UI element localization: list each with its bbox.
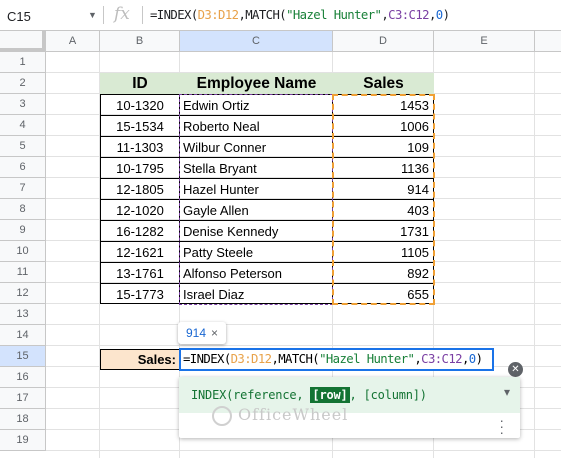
formula-string: "Hazel Hunter"	[319, 352, 415, 366]
row-header[interactable]: 19	[0, 430, 46, 451]
watermark: OfficeWheel	[212, 405, 348, 426]
formula-number: 0	[468, 352, 476, 366]
table-cell-id[interactable]: 15-1773	[101, 284, 180, 305]
watermark-text: OfficeWheel	[238, 405, 349, 424]
table-cell-id[interactable]: 13-1761	[101, 263, 180, 284]
logo-icon	[212, 405, 232, 426]
range-highlight-c3-c12	[179, 94, 333, 305]
row-header[interactable]: 3	[0, 94, 46, 115]
close-icon[interactable]: ×	[211, 326, 218, 340]
more-options-icon[interactable]: · · ·	[499, 413, 504, 439]
column-header-b[interactable]: B	[100, 31, 180, 52]
select-all-corner[interactable]	[0, 31, 46, 52]
formula-part: =INDEX(	[183, 352, 231, 366]
formula-part: ,MATCH(	[271, 352, 320, 366]
row-header[interactable]: 4	[0, 115, 46, 136]
formula-bar: C15 ▼ fx =INDEX(D3:D12,MATCH("Hazel Hunt…	[0, 0, 561, 31]
row-header[interactable]: 14	[0, 325, 46, 346]
formula-part: )	[442, 8, 450, 22]
range-highlight-d3-d12	[332, 94, 435, 305]
row-header[interactable]: 6	[0, 157, 46, 178]
row-header[interactable]: 7	[0, 178, 46, 199]
divider	[142, 6, 143, 24]
name-box[interactable]: C15	[0, 0, 101, 30]
formula-ref-d: D3:D12	[230, 352, 272, 366]
formula-string: "Hazel Hunter"	[286, 8, 382, 22]
column-header-e[interactable]: E	[434, 31, 535, 52]
table-header-name[interactable]: Employee Name	[180, 73, 333, 94]
table-cell-id[interactable]: 10-1795	[101, 158, 180, 179]
formula-part: ,	[461, 352, 469, 366]
row-header[interactable]: 18	[0, 409, 46, 430]
formula-ref-c: C3:C12	[421, 352, 462, 366]
row-header[interactable]: 17	[0, 388, 46, 409]
row-header[interactable]: 13	[0, 304, 46, 325]
chevron-down-icon[interactable]: ▾	[504, 385, 510, 399]
table-cell-id[interactable]: 16-1282	[101, 221, 180, 242]
row-header[interactable]: 8	[0, 199, 46, 220]
row-header[interactable]: 5	[0, 136, 46, 157]
row-header[interactable]: 11	[0, 262, 46, 283]
table-header-sales[interactable]: Sales	[333, 73, 434, 94]
signature-text: , [column])	[349, 388, 427, 402]
divider	[103, 6, 104, 24]
formula-part: ,MATCH(	[238, 8, 287, 22]
signature-active-arg: [row]	[310, 387, 350, 403]
table-header-id[interactable]: ID	[100, 73, 180, 94]
formula-number: 0	[435, 8, 443, 22]
table-cell-id[interactable]: 15-1534	[101, 116, 180, 137]
function-signature: INDEX(reference, [row], [column])	[191, 387, 427, 403]
column-header-f[interactable]	[535, 31, 561, 52]
gridline	[534, 52, 535, 458]
preview-value: 914	[186, 326, 207, 340]
row-header[interactable]: 1	[0, 52, 46, 73]
fx-icon: fx	[114, 4, 130, 24]
active-cell-editor[interactable]: =INDEX(D3:D12,MATCH("Hazel Hunter",C3:C1…	[179, 348, 494, 371]
table-cell-id[interactable]: 12-1621	[101, 242, 180, 263]
formula-part: )	[475, 352, 483, 366]
formula-input[interactable]: =INDEX(D3:D12,MATCH("Hazel Hunter",C3:C1…	[150, 8, 450, 22]
formula-ref-d: D3:D12	[197, 8, 239, 22]
column-header-c[interactable]: C	[180, 31, 333, 52]
row-header[interactable]: 16	[0, 367, 46, 388]
signature-text: INDEX(reference,	[191, 388, 311, 402]
close-help-icon[interactable]: ✕	[508, 362, 523, 377]
table-cell-id[interactable]: 12-1020	[101, 200, 180, 221]
formula-ref-c: C3:C12	[388, 8, 429, 22]
table-cell-id[interactable]: 12-1805	[101, 179, 180, 200]
row-header[interactable]: 9	[0, 220, 46, 241]
formula-result-preview: 914 ×	[178, 322, 226, 344]
row-header[interactable]: 15	[0, 346, 46, 367]
row-header[interactable]: 10	[0, 241, 46, 262]
column-header-a[interactable]: A	[46, 31, 100, 52]
chevron-down-icon[interactable]: ▼	[88, 10, 97, 20]
sales-label-cell[interactable]: Sales:	[100, 349, 180, 370]
formula-part: ,	[428, 8, 436, 22]
table-cell-id[interactable]: 10-1320	[101, 95, 180, 116]
row-header[interactable]: 2	[0, 73, 46, 94]
row-header[interactable]: 12	[0, 283, 46, 304]
formula-part: =INDEX(	[150, 8, 198, 22]
table-cell-id[interactable]: 11-1303	[101, 137, 180, 158]
column-header-d[interactable]: D	[333, 31, 434, 52]
